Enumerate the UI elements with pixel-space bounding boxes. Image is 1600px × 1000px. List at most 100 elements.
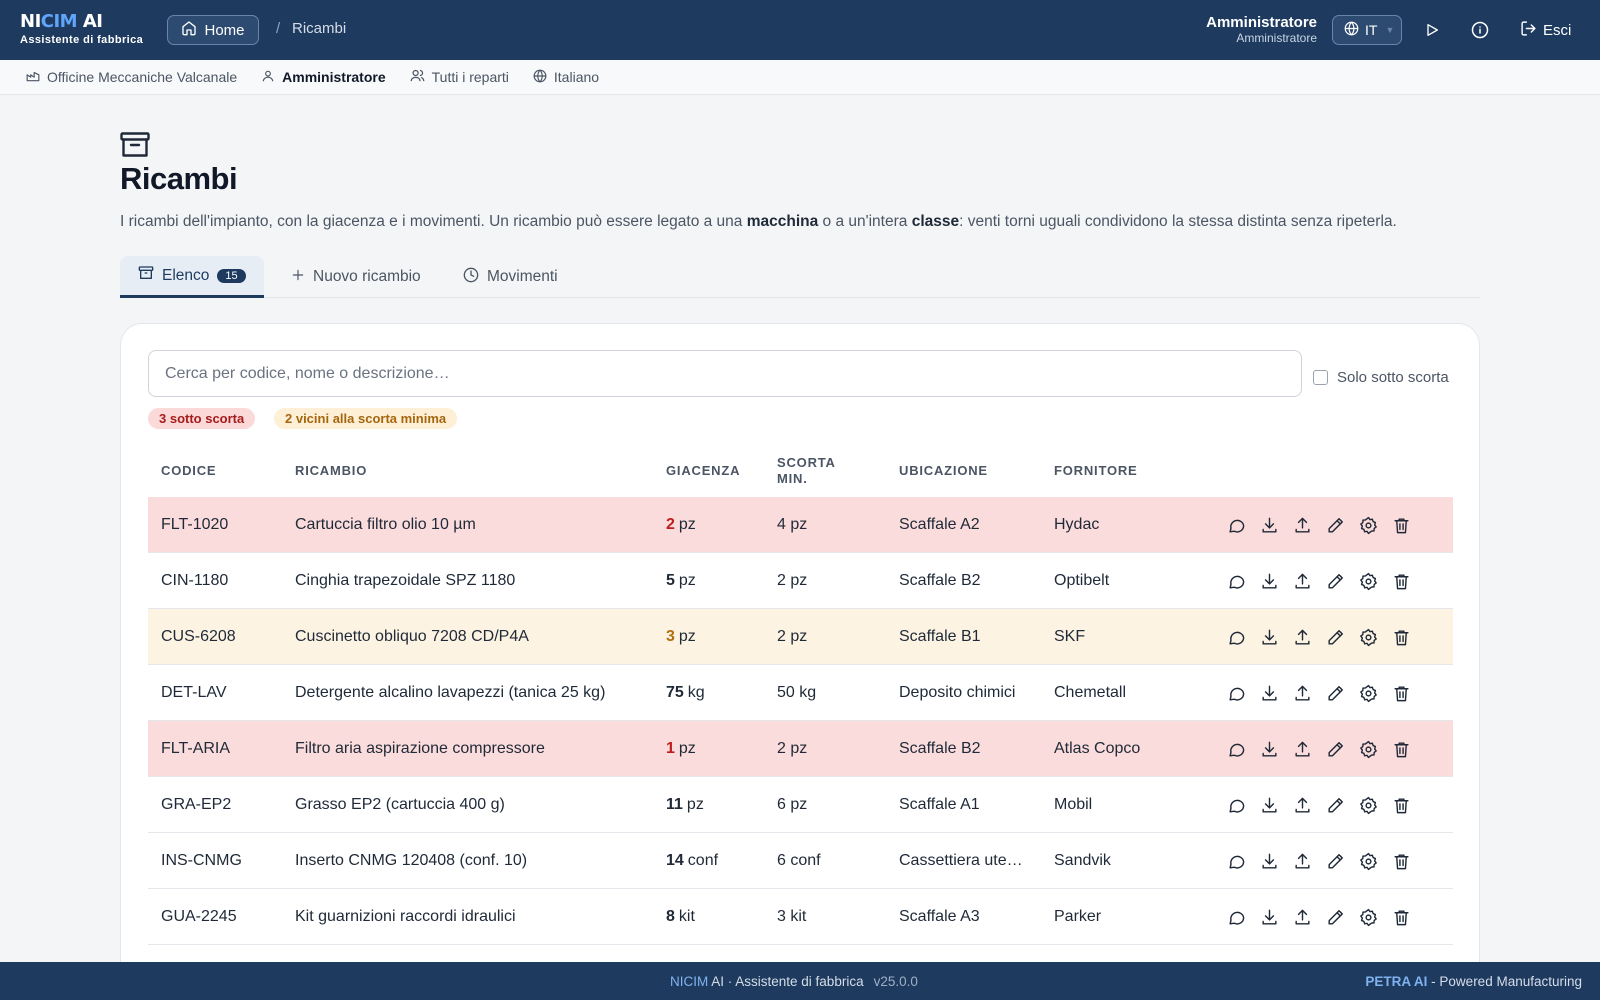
column-location[interactable]: UBICAZIONE <box>899 445 988 497</box>
table-row[interactable]: CUS-6208 Cuscinetto obliquo 7208 CD/P4A 3 p… <box>148 609 1453 665</box>
comment-icon[interactable] <box>1226 571 1246 591</box>
gear-icon[interactable] <box>1358 683 1378 703</box>
download-icon[interactable] <box>1259 515 1279 535</box>
download-icon[interactable] <box>1259 739 1279 759</box>
cell-code: FLT-ARIA <box>161 740 231 757</box>
logout-button[interactable]: Esci <box>1520 20 1571 41</box>
edit-icon[interactable] <box>1325 739 1345 759</box>
column-code[interactable]: CODICE <box>161 445 216 497</box>
comment-icon[interactable] <box>1226 907 1246 927</box>
comment-icon[interactable] <box>1226 795 1246 815</box>
cell-code: DET-LAV <box>161 684 227 701</box>
edit-icon[interactable] <box>1325 683 1345 703</box>
upload-icon[interactable] <box>1292 571 1312 591</box>
upload-icon[interactable] <box>1292 907 1312 927</box>
cell-min-stock: 2 pz <box>777 628 808 645</box>
edit-icon[interactable] <box>1325 851 1345 871</box>
cell-min-stock: 4 pz <box>777 516 808 533</box>
column-supplier[interactable]: FORNITORE <box>1054 445 1138 497</box>
table-row[interactable]: GRA-EP2 Grasso EP2 (cartuccia 400 g) 11 pz 6… <box>148 777 1453 833</box>
table-row[interactable]: DET-LAV Detergente alcalino lavapezzi (ta… <box>148 665 1453 721</box>
trash-icon[interactable] <box>1391 907 1411 927</box>
upload-icon[interactable] <box>1292 739 1312 759</box>
home-button[interactable]: Home <box>167 15 259 45</box>
edit-icon[interactable] <box>1325 627 1345 647</box>
cell-supplier: Mobil <box>1054 796 1093 813</box>
edit-icon[interactable] <box>1325 571 1345 591</box>
gear-icon[interactable] <box>1358 515 1378 535</box>
gear-icon[interactable] <box>1358 627 1378 647</box>
column-min-stock[interactable]: SCORTA MIN. <box>777 445 836 497</box>
row-actions <box>1226 553 1411 609</box>
gear-icon[interactable] <box>1358 571 1378 591</box>
gear-icon[interactable] <box>1358 907 1378 927</box>
table-row[interactable]: INS-CNMG Inserto CNMG 120408 (conf. 10) 14… <box>148 833 1453 889</box>
comment-icon[interactable] <box>1226 851 1246 871</box>
language-selector[interactable]: IT ▼ <box>1332 15 1402 45</box>
download-icon[interactable] <box>1259 627 1279 647</box>
gear-icon[interactable] <box>1358 851 1378 871</box>
upload-icon[interactable] <box>1292 795 1312 815</box>
comment-icon[interactable] <box>1226 515 1246 535</box>
near-minimum-badge: 2 vicini alla scorta minima <box>274 408 458 429</box>
trash-icon[interactable] <box>1391 795 1411 815</box>
gear-icon[interactable] <box>1358 739 1378 759</box>
cell-part-name: Filtro aria aspirazione compressore <box>295 740 545 757</box>
column-stock[interactable]: GIACENZA <box>666 445 740 497</box>
comment-icon[interactable] <box>1226 627 1246 647</box>
upload-icon[interactable] <box>1292 683 1312 703</box>
search-input[interactable] <box>148 350 1302 397</box>
upload-icon[interactable] <box>1292 627 1312 647</box>
gear-icon[interactable] <box>1358 795 1378 815</box>
upload-icon[interactable] <box>1292 851 1312 871</box>
edit-icon[interactable] <box>1325 907 1345 927</box>
column-min-stock-line1: SCORTA <box>777 455 836 470</box>
home-icon <box>181 20 197 40</box>
column-min-stock-line2: MIN. <box>777 471 808 486</box>
tab-movements-label: Movimenti <box>487 268 558 285</box>
table-row[interactable]: FLT-1020 Cartuccia filtro olio 10 µm 2 pz 4 … <box>148 497 1453 553</box>
trash-icon[interactable] <box>1391 739 1411 759</box>
edit-icon[interactable] <box>1325 795 1345 815</box>
stock-unit: kg <box>687 684 705 701</box>
breadcrumb-separator: / <box>276 20 281 37</box>
download-icon[interactable] <box>1259 907 1279 927</box>
tab-movements[interactable]: Movimenti <box>463 256 558 298</box>
comment-icon[interactable] <box>1226 683 1246 703</box>
edit-icon[interactable] <box>1325 515 1345 535</box>
tab-list[interactable]: Elenco 15 <box>120 256 264 298</box>
context-company[interactable]: Officine Meccaniche Valcanale <box>26 69 237 86</box>
context-bar: Officine Meccaniche Valcanale Amministra… <box>0 60 1600 95</box>
download-icon[interactable] <box>1259 851 1279 871</box>
table-row[interactable]: FLT-ARIA Filtro aria aspirazione compress… <box>148 721 1453 777</box>
cell-location: Scaffale B2 <box>899 740 981 757</box>
footer-app-info: NICIM AI · Assistente di fabbrica v25.0.0 <box>670 974 918 989</box>
below-stock-checkbox[interactable] <box>1313 370 1328 385</box>
below-stock-filter[interactable]: Solo sotto scorta <box>1313 369 1449 386</box>
download-icon[interactable] <box>1259 795 1279 815</box>
cell-min-stock: 50 kg <box>777 684 817 701</box>
context-departments[interactable]: Tutti i reparti <box>410 68 509 86</box>
trash-icon[interactable] <box>1391 571 1411 591</box>
app-logo[interactable]: NICIM AI Assistente di fabbrica <box>20 12 143 47</box>
stock-unit: pz <box>678 740 696 757</box>
trash-icon[interactable] <box>1391 851 1411 871</box>
cell-stock: 2 pz <box>666 497 696 553</box>
comment-icon[interactable] <box>1226 739 1246 759</box>
cell-min-stock: 2 pz <box>777 740 808 757</box>
download-icon[interactable] <box>1259 571 1279 591</box>
play-icon[interactable] <box>1422 20 1442 40</box>
upload-icon[interactable] <box>1292 515 1312 535</box>
tab-new-part[interactable]: Nuovo ricambio <box>291 256 421 298</box>
trash-icon[interactable] <box>1391 683 1411 703</box>
info-icon[interactable] <box>1470 20 1490 40</box>
table-row[interactable]: GUA-2245 Kit guarnizioni raccordi idrauli… <box>148 889 1453 945</box>
context-user[interactable]: Amministratore <box>261 69 386 86</box>
download-icon[interactable] <box>1259 683 1279 703</box>
trash-icon[interactable] <box>1391 515 1411 535</box>
context-language[interactable]: Italiano <box>533 69 599 86</box>
trash-icon[interactable] <box>1391 627 1411 647</box>
table-row[interactable]: CIN-1180 Cinghia trapezoidale SPZ 1180 5 pz… <box>148 553 1453 609</box>
company-name: Officine Meccaniche Valcanale <box>47 69 238 85</box>
column-part[interactable]: RICAMBIO <box>295 445 367 497</box>
